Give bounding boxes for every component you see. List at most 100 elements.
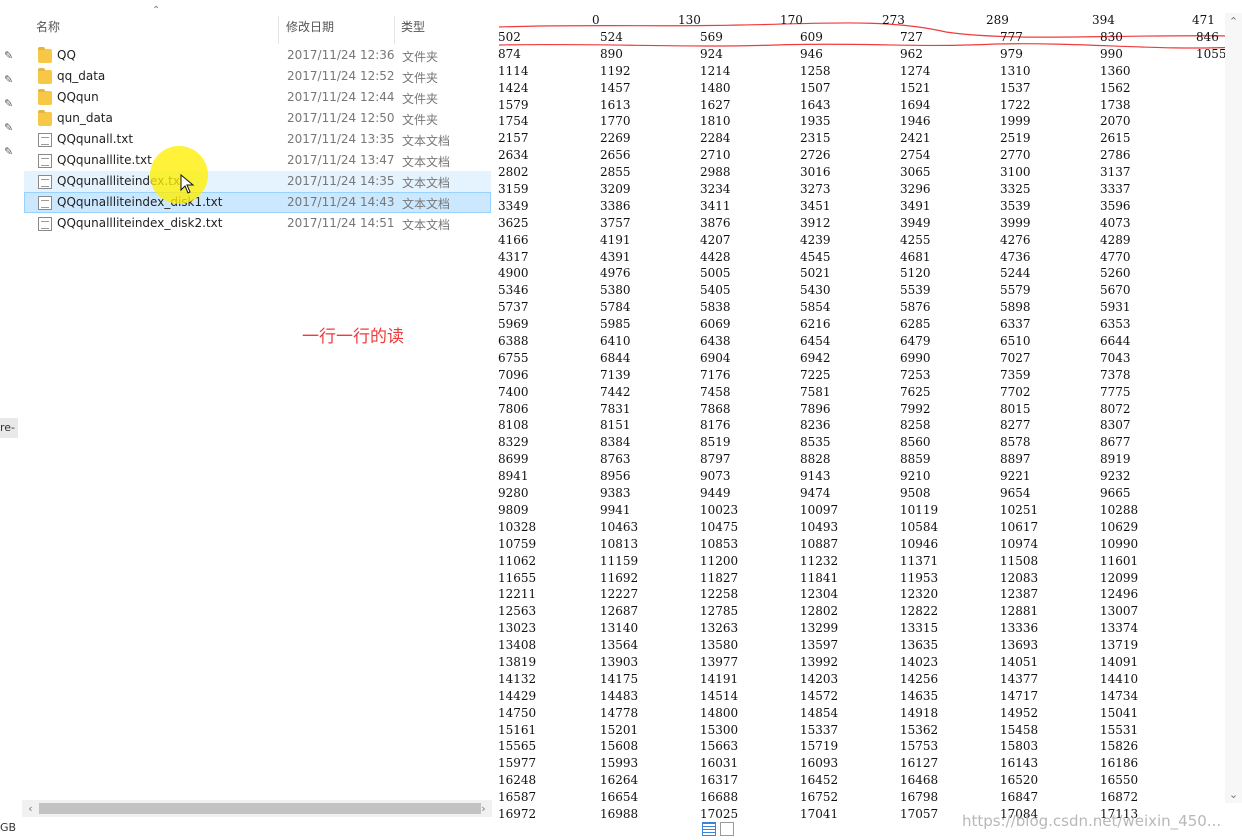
data-cell: 8919: [1100, 452, 1131, 467]
file-row[interactable]: QQqunalllite.txt 2017/11/24 13:47 文本文档: [24, 150, 491, 171]
data-cell: 14483: [600, 688, 639, 703]
cursor-highlight: [150, 146, 208, 204]
data-cell: 15803: [1000, 739, 1039, 754]
file-row[interactable]: qun_data 2017/11/24 12:50 文件夹: [24, 108, 491, 129]
data-cell: 13564: [600, 638, 639, 653]
data-cell: 17041: [800, 806, 839, 821]
data-cell: 1613: [600, 97, 631, 112]
data-cell: 2284: [700, 131, 731, 146]
data-row: 9280 9383 9449 9474 9508 9654 9665: [496, 485, 1226, 502]
data-cell: 17057: [900, 806, 939, 821]
data-row: 502 524 569 609 727 777 830 846: [496, 29, 1226, 46]
data-cell: 1214: [700, 63, 731, 78]
data-cell: 2988: [700, 165, 731, 180]
file-row[interactable]: QQqunall.txt 2017/11/24 13:35 文本文档: [24, 129, 491, 150]
data-cell: 3296: [900, 182, 931, 197]
file-type: 文本文档: [402, 218, 451, 232]
data-cell: 13140: [600, 621, 639, 636]
horizontal-scrollbar[interactable]: ‹ ›: [22, 800, 492, 817]
scroll-up-icon[interactable]: ⌃: [1225, 13, 1242, 30]
data-cell: 15608: [600, 739, 639, 754]
data-cell: 7139: [600, 367, 631, 382]
data-cell: 4976: [600, 266, 631, 281]
data-row: 1114 1192 1214 1258 1274 1310 1360: [496, 63, 1226, 80]
scroll-left-icon[interactable]: ‹: [22, 800, 39, 817]
pin-icon[interactable]: ✎: [4, 146, 16, 158]
column-name-header[interactable]: 名称: [36, 18, 60, 35]
data-cell: 15993: [600, 756, 639, 771]
data-cell: 16587: [498, 790, 537, 805]
data-row: 14750 14778 14800 14854 14918 14952 15041: [496, 705, 1226, 722]
pin-icon[interactable]: ✎: [4, 122, 16, 134]
data-cell: 6644: [1100, 334, 1131, 349]
file-name[interactable]: qun_data: [57, 111, 113, 125]
scroll-right-icon[interactable]: ›: [475, 800, 492, 817]
data-cell: 12822: [900, 604, 939, 619]
column-divider[interactable]: [394, 16, 395, 44]
data-cell: 15663: [700, 739, 739, 754]
data-cell: 3757: [600, 215, 631, 230]
data-cell: 16654: [600, 790, 639, 805]
file-row[interactable]: QQ 2017/11/24 12:36 文件夹: [24, 45, 491, 66]
data-cell: 7896: [800, 401, 831, 416]
column-header-row: ⌃ 名称 修改日期 类型: [24, 6, 494, 46]
data-row: 15565 15608 15663 15719 15753 15803 15826: [496, 738, 1226, 755]
data-cell: 9221: [1000, 469, 1031, 484]
scroll-down-icon[interactable]: ⌄: [1225, 786, 1242, 803]
horizontal-scroll-thumb[interactable]: [39, 803, 481, 814]
file-row[interactable]: QQqunallliteindex_disk1.txt 2017/11/24 14…: [24, 192, 491, 213]
pin-icon[interactable]: ✎: [4, 98, 16, 110]
data-row: 6755 6844 6904 6942 6990 7027 7043: [496, 350, 1226, 367]
data-cell: 6479: [900, 334, 931, 349]
pin-icon[interactable]: ✎: [4, 50, 16, 62]
data-cell: 569: [700, 30, 723, 44]
data-cell: 8677: [1100, 435, 1131, 450]
data-cell: 10990: [1100, 536, 1139, 551]
data-cell: 7702: [1000, 384, 1031, 399]
data-cell: 8828: [800, 452, 831, 467]
data-row: 3349 3386 3411 3451 3491 3539 3596: [496, 198, 1226, 215]
file-name[interactable]: QQqun: [57, 90, 99, 104]
file-row[interactable]: qq_data 2017/11/24 12:52 文件夹: [24, 66, 491, 87]
data-cell: 16972: [498, 806, 537, 821]
data-cell: 15719: [800, 739, 839, 754]
data-row: 1579 1613 1627 1643 1694 1722 1738: [496, 97, 1226, 114]
column-date-header[interactable]: 修改日期: [286, 18, 334, 35]
data-cell: 1627: [700, 97, 731, 112]
data-cell: 524: [600, 30, 623, 44]
data-cell: 8519: [700, 435, 731, 450]
file-name[interactable]: qq_data: [57, 69, 105, 83]
file-row[interactable]: QQqunallliteindex.txt 2017/11/24 14:35 文本文…: [24, 171, 491, 192]
data-cell: 13263: [700, 621, 739, 636]
data-cell: 4191: [600, 232, 631, 247]
data-cell: 16752: [800, 790, 839, 805]
details-view-icon[interactable]: [702, 822, 716, 836]
column-divider[interactable]: [278, 16, 279, 44]
data-cell: 14572: [800, 688, 839, 703]
pin-icon[interactable]: ✎: [4, 74, 16, 86]
data-row: 5969 5985 6069 6216 6285 6337 6353: [496, 316, 1226, 333]
file-name[interactable]: QQqunalllite.txt: [57, 153, 152, 167]
data-cell: 10328: [498, 519, 537, 534]
viewer-header-row: 0 130 170 273 289 394 471: [496, 13, 1226, 30]
column-type-header[interactable]: 类型: [401, 18, 425, 35]
data-cell: 1521: [900, 80, 931, 95]
viewer-header-cell: 0: [592, 13, 600, 27]
data-cell: 12227: [600, 587, 639, 602]
data-cell: 4207: [700, 232, 731, 247]
file-name[interactable]: QQqunallliteindex_disk2.txt: [57, 216, 222, 230]
file-row[interactable]: QQqun 2017/11/24 12:44 文件夹: [24, 87, 491, 108]
file-name[interactable]: QQ: [57, 48, 76, 62]
data-cell: 3451: [800, 198, 831, 213]
data-cell: 16988: [600, 806, 639, 821]
data-row: 2157 2269 2284 2315 2421 2519 2615: [496, 130, 1226, 147]
data-row: 10328 10463 10475 10493 10584 10617 10629: [496, 519, 1226, 536]
data-cell: 4255: [900, 232, 931, 247]
data-cell: 5670: [1100, 283, 1131, 298]
vertical-scrollbar[interactable]: ⌃ ⌄: [1225, 13, 1242, 803]
data-cell: 1946: [900, 114, 931, 129]
file-row[interactable]: QQqunallliteindex_disk2.txt 2017/11/24 14…: [24, 213, 491, 234]
large-icons-view-icon[interactable]: [720, 822, 734, 836]
data-cell: 8797: [700, 452, 731, 467]
file-name[interactable]: QQqunall.txt: [57, 132, 133, 146]
